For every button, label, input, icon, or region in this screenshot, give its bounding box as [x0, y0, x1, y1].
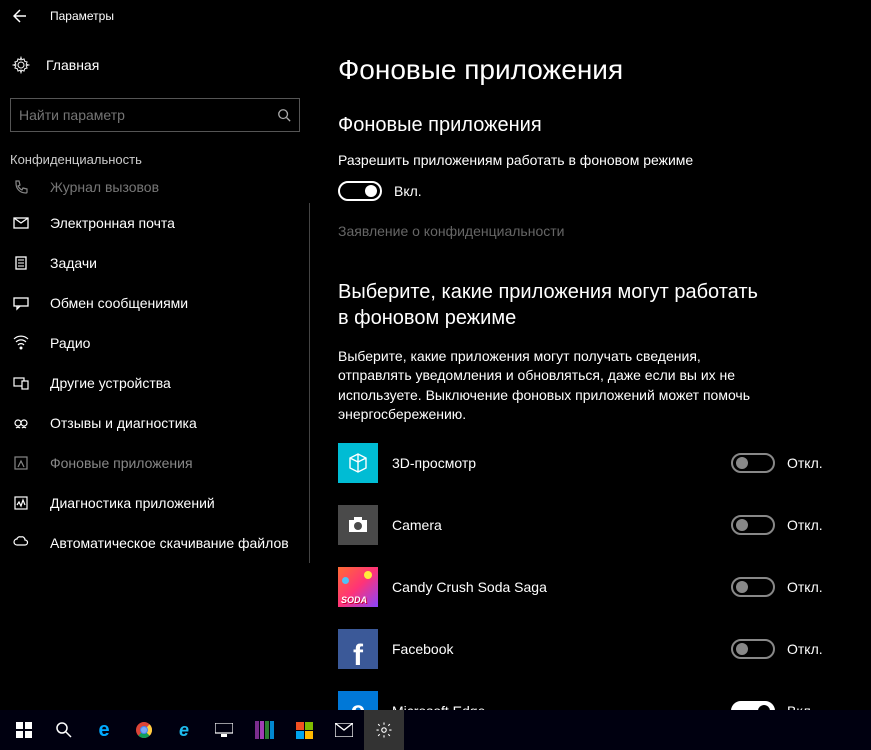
app-name: Facebook — [392, 641, 731, 657]
app-toggle[interactable] — [731, 701, 775, 710]
window-title: Параметры — [40, 9, 114, 23]
master-toggle[interactable] — [338, 181, 382, 201]
mail-icon — [10, 215, 32, 231]
app-name: Microsoft Edge — [392, 703, 731, 710]
search-button[interactable] — [44, 710, 84, 750]
sidebar-item-radio[interactable]: Радио — [0, 323, 309, 363]
chrome-icon — [135, 721, 153, 739]
edge-icon: e — [98, 719, 109, 742]
tasks-icon — [10, 255, 32, 271]
main-content: Фоновые приложения Фоновые приложения Ра… — [310, 32, 871, 710]
sidebar-item-label: Обмен сообщениями — [50, 295, 188, 311]
taskbar: e e — [0, 710, 871, 750]
sidebar-item-label: Журнал вызовов — [50, 179, 159, 195]
home-label: Главная — [46, 57, 99, 73]
category-header: Конфиденциальность — [0, 152, 310, 175]
taskbar-settings[interactable] — [364, 710, 404, 750]
sidebar-item-label: Радио — [50, 335, 90, 351]
gear-icon — [375, 721, 393, 739]
sidebar-item-auto-download[interactable]: Автоматическое скачивание файлов — [0, 523, 309, 563]
diagnostics-icon — [10, 495, 32, 511]
sidebar-item-label: Автоматическое скачивание файлов — [50, 535, 289, 551]
app-toggle-state: Откл. — [787, 455, 837, 471]
search-input[interactable] — [19, 107, 277, 123]
sidebar: Главная Конфиденциальность Журнал вызово… — [0, 32, 310, 710]
app-toggle[interactable] — [731, 577, 775, 597]
taskbar-chrome[interactable] — [124, 710, 164, 750]
taskbar-store[interactable] — [284, 710, 324, 750]
arrow-left-icon — [13, 9, 27, 23]
app-toggle[interactable] — [731, 453, 775, 473]
sidebar-item-call-history[interactable]: Журнал вызовов — [0, 177, 310, 203]
sidebar-item-label: Фоновые приложения — [50, 455, 193, 471]
app-row-camera: Camera Откл. — [338, 505, 851, 545]
app-toggle-state: Откл. — [787, 641, 837, 657]
home-link[interactable]: Главная — [0, 50, 310, 80]
app-row-facebook: f Facebook Откл. — [338, 629, 851, 669]
candy-crush-icon: SODA — [338, 567, 378, 607]
sidebar-item-label: Диагностика приложений — [50, 495, 215, 511]
app-name: Camera — [392, 517, 731, 533]
search-icon — [277, 108, 291, 122]
master-toggle-state: Вкл. — [394, 183, 422, 199]
phone-icon — [10, 179, 32, 195]
app-toggle-state: Вкл. — [787, 703, 837, 710]
taskbar-mail[interactable] — [324, 710, 364, 750]
app-row-candy-crush: SODA Candy Crush Soda Saga Откл. — [338, 567, 851, 607]
task-view-icon — [215, 723, 233, 737]
start-button[interactable] — [4, 710, 44, 750]
sidebar-item-label: Электронная почта — [50, 215, 175, 231]
ie-icon: e — [179, 720, 189, 741]
app-toggle[interactable] — [731, 639, 775, 659]
message-icon — [10, 295, 32, 311]
sidebar-item-other-devices[interactable]: Другие устройства — [0, 363, 309, 403]
taskbar-onenote[interactable] — [244, 710, 284, 750]
sidebar-item-label: Другие устройства — [50, 375, 171, 391]
app-row-edge: e Microsoft Edge Вкл. — [338, 691, 851, 710]
section-title: Фоновые приложения — [338, 114, 851, 137]
sidebar-item-app-diagnostics[interactable]: Диагностика приложений — [0, 483, 309, 523]
section2-desc: Выберите, какие приложения могут получат… — [338, 347, 778, 425]
app-toggle[interactable] — [731, 515, 775, 535]
back-button[interactable] — [0, 0, 40, 32]
sidebar-item-tasks[interactable]: Задачи — [0, 243, 309, 283]
section2-title: Выберите, какие приложения могут работат… — [338, 279, 758, 331]
sidebar-item-label: Отзывы и диагностика — [50, 415, 197, 431]
app-name: Candy Crush Soda Saga — [392, 579, 731, 595]
facebook-icon: f — [338, 629, 378, 669]
search-box[interactable] — [10, 98, 300, 132]
sidebar-item-email[interactable]: Электронная почта — [0, 203, 309, 243]
app-toggle-state: Откл. — [787, 579, 837, 595]
apps-list: 3D-просмотр Откл. Camera Откл. SODA — [338, 443, 851, 710]
store-icon — [296, 722, 313, 739]
mail-icon — [335, 723, 353, 737]
search-icon — [55, 721, 73, 739]
sidebar-item-feedback[interactable]: Отзывы и диагностика — [0, 403, 309, 443]
app-name: 3D-просмотр — [392, 455, 731, 471]
sidebar-item-label: Задачи — [50, 255, 97, 271]
bg-apps-icon — [10, 455, 32, 471]
privacy-link[interactable]: Заявление о конфиденциальности — [338, 223, 851, 239]
radio-icon — [10, 335, 32, 351]
app-row-3d-viewer: 3D-просмотр Откл. — [338, 443, 851, 483]
feedback-icon — [10, 415, 32, 431]
taskbar-task-view[interactable] — [204, 710, 244, 750]
edge-icon: e — [338, 691, 378, 710]
windows-icon — [16, 722, 32, 738]
app-toggle-state: Откл. — [787, 517, 837, 533]
allow-label: Разрешить приложениям работать в фоновом… — [338, 151, 851, 171]
titlebar: Параметры — [0, 0, 871, 32]
sidebar-item-background-apps[interactable]: Фоновые приложения — [0, 443, 309, 483]
camera-icon — [338, 505, 378, 545]
onenote-icon — [254, 721, 274, 739]
page-title: Фоновые приложения — [338, 54, 851, 86]
3d-viewer-icon — [338, 443, 378, 483]
gear-icon — [10, 56, 32, 74]
devices-icon — [10, 375, 32, 391]
sidebar-item-messaging[interactable]: Обмен сообщениями — [0, 283, 309, 323]
cloud-download-icon — [10, 535, 32, 551]
taskbar-ie[interactable]: e — [164, 710, 204, 750]
taskbar-edge[interactable]: e — [84, 710, 124, 750]
